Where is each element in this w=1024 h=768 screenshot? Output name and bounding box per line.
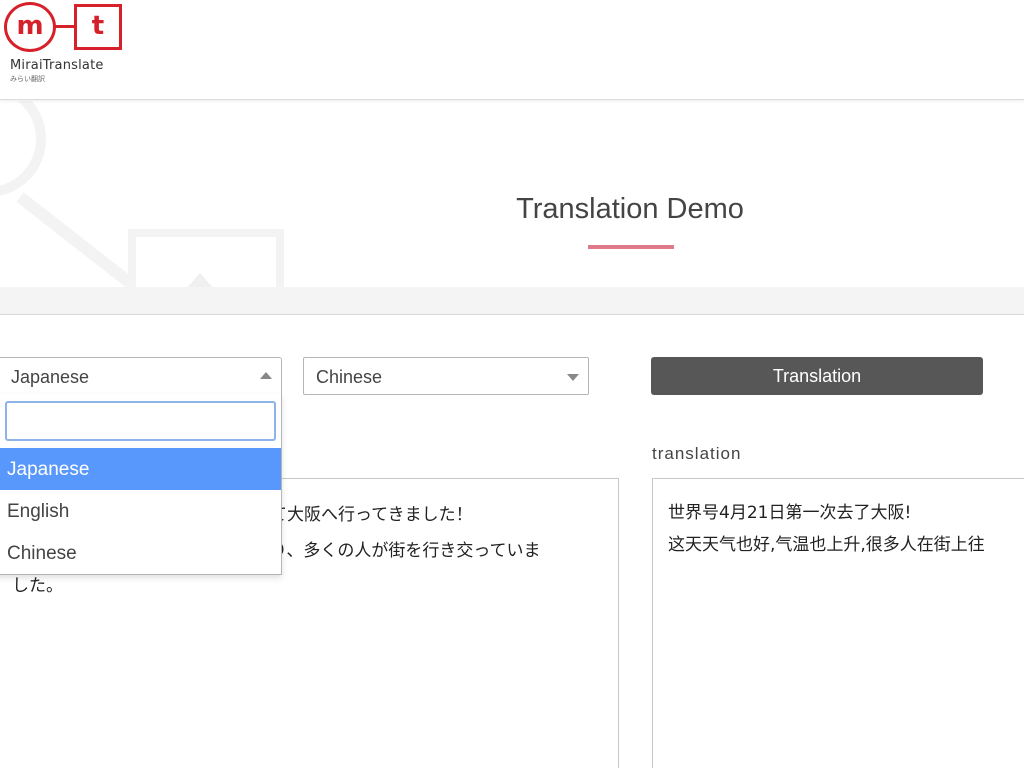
dropdown-options-list: Japanese English Chinese [0, 448, 281, 574]
logo-wordmark: MiraiTranslate [10, 58, 104, 73]
logo-m-circle: m [4, 2, 56, 52]
section-divider-band [0, 287, 1024, 315]
logo-t-square: t [74, 4, 122, 50]
triangle-decoration [186, 273, 214, 287]
translate-button[interactable]: Translation [651, 357, 983, 395]
logo-connector [55, 25, 75, 28]
source-language-select[interactable]: Japanese [0, 357, 282, 395]
translation-line-2: 这天天气也好,气温也上升,很多人在街上往 [668, 535, 985, 555]
chevron-up-icon [260, 372, 272, 379]
magnifier-handle-decoration [16, 192, 135, 287]
target-language-value: Chinese [316, 367, 383, 387]
target-language-select[interactable]: Chinese [303, 357, 589, 395]
hero-section: Translation Demo [0, 101, 1024, 287]
magnifier-decoration-icon [0, 101, 46, 197]
site-header: m t MiraiTranslate みらい翻訳 [0, 0, 1024, 100]
miraitranslate-logo[interactable]: m t MiraiTranslate みらい翻訳 [4, 2, 128, 83]
dropdown-option-chinese[interactable]: Chinese [0, 532, 281, 574]
translation-output-label: translation [652, 444, 742, 463]
translation-line-1: 世界号4月21日第一次去了大阪! [668, 503, 912, 523]
source-language-value: Japanese [11, 367, 90, 387]
logo-subtitle: みらい翻訳 [10, 75, 45, 83]
title-underline [588, 245, 674, 249]
dropdown-option-japanese[interactable]: Japanese [0, 448, 281, 490]
source-text-line-1: て大阪へ行ってきました！ [270, 505, 473, 525]
page-title: Translation Demo [516, 193, 744, 225]
translation-output-area[interactable]: 世界号4月21日第一次去了大阪! 这天天气也好,气温也上升,很多人在街上往 [652, 478, 1024, 768]
dropdown-search-input[interactable] [5, 401, 276, 441]
source-language-dropdown: Japanese English Chinese [0, 394, 282, 575]
dropdown-option-english[interactable]: English [0, 490, 281, 532]
chevron-down-icon [567, 374, 579, 381]
source-text-line-2: り、多くの人が街を行き交っていま [270, 541, 541, 561]
